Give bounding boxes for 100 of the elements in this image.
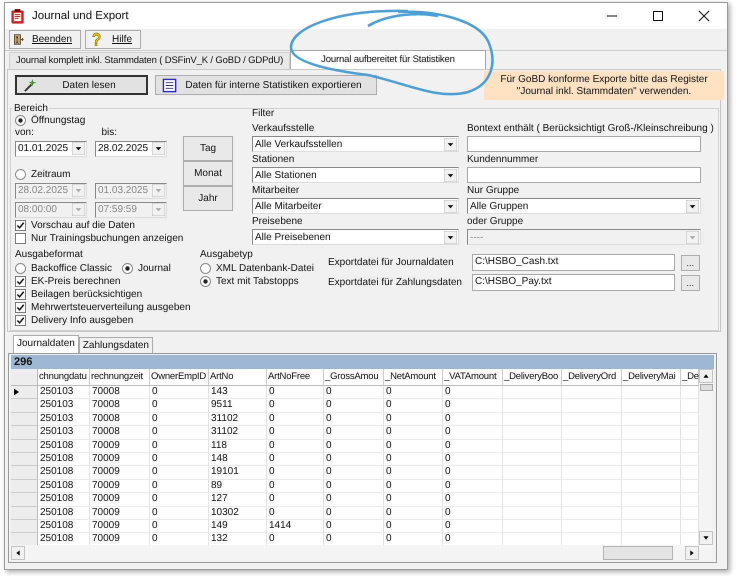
table-cell [622, 386, 681, 400]
table-cell [503, 452, 562, 466]
dropdown-field[interactable]: Alle Verkaufsstellen [252, 136, 459, 152]
period-button[interactable]: Tag [183, 136, 233, 161]
table-cell [562, 480, 622, 494]
table-cell [622, 399, 681, 413]
checkbox-label: EK-Preis berechnen [31, 276, 120, 287]
table-cell: 250108 [38, 466, 90, 480]
dropdown-field[interactable]: Alle Stationen [252, 167, 459, 183]
horizontal-scrollbar[interactable] [11, 545, 714, 560]
table-cell [503, 480, 562, 494]
window-title: Journal und Export [32, 10, 129, 22]
vertical-scrollbar[interactable] [699, 369, 714, 545]
radio-label: Öffnungstag [31, 115, 86, 126]
column-header[interactable]: ArtNoFree [267, 369, 324, 386]
row-header[interactable] [11, 386, 38, 400]
table-cell: 0 [267, 399, 324, 413]
dropdown-field[interactable]: 01.01.2025 [15, 140, 87, 156]
period-button[interactable]: Monat [183, 161, 233, 186]
field-label: Kundennummer [467, 154, 540, 167]
current-row-icon [14, 388, 19, 396]
dropdown-arrow-icon[interactable] [444, 168, 457, 182]
table-cell [503, 412, 562, 426]
column-header[interactable]: _NetAmount [384, 369, 443, 386]
table-cell [562, 506, 622, 520]
action-button[interactable]: Daten für interne Statistiken exportieren [155, 75, 377, 95]
dropdown-field[interactable]: 28.02.2025 [95, 140, 167, 156]
table-cell [503, 399, 562, 413]
toolbar-button[interactable]: Beenden [9, 30, 81, 49]
toolbar-button[interactable]: Hilfe [85, 30, 142, 49]
column-header[interactable]: _VATAmount [443, 369, 503, 386]
column-header[interactable]: _DeliveryBoo [503, 369, 562, 386]
field-label: Exportdatei für Journaldaten [328, 257, 455, 268]
table-cell: 0 [150, 452, 209, 466]
input-field[interactable] [467, 136, 701, 152]
scroll-thumb[interactable] [603, 546, 673, 560]
table-cell [503, 466, 562, 480]
checkbox[interactable] [15, 302, 26, 313]
table-cell: 70008 [90, 426, 150, 440]
column-header[interactable]: rechnungzeit [90, 369, 150, 386]
table-cell: 0 [443, 399, 503, 413]
dropdown-arrow-icon[interactable] [686, 200, 699, 212]
checkbox[interactable] [15, 315, 26, 326]
section-title: Filter [252, 108, 276, 121]
tab[interactable]: Journal komplett inkl. Stammdaten ( DSFinV_K / GoBD / GDPdU) [9, 52, 290, 69]
checkbox[interactable] [15, 233, 26, 244]
table-cell: 0 [384, 506, 443, 520]
column-header[interactable]: _DeliveryOrd [562, 369, 622, 386]
radio-button[interactable] [200, 276, 211, 287]
radio-button[interactable] [122, 263, 133, 274]
browse-button[interactable]: ... [680, 254, 700, 270]
table-cell [622, 412, 681, 426]
table-cell: 0 [267, 493, 324, 507]
column-header[interactable]: chnungdatu [38, 369, 90, 386]
table-cell: 0 [384, 452, 443, 466]
tab[interactable]: Journaldaten [13, 335, 79, 353]
input-field[interactable] [467, 167, 701, 183]
scroll-up-icon[interactable] [699, 369, 713, 383]
column-header[interactable]: _DeliveryMai [622, 369, 681, 386]
table-cell: 250108 [38, 452, 90, 466]
column-header[interactable]: OwnerEmpID [150, 369, 209, 386]
dropdown-field[interactable]: Alle Preisebenen [252, 229, 459, 245]
dropdown-arrow-icon[interactable] [72, 142, 85, 155]
table-cell: 250108 [38, 440, 90, 453]
radio-button[interactable] [15, 115, 26, 126]
radio-button[interactable] [200, 263, 211, 274]
browse-button[interactable]: ... [680, 274, 700, 290]
dropdown-field[interactable]: Alle Gruppen [467, 198, 701, 214]
dropdown-field[interactable]: Alle Mitarbeiter [252, 198, 459, 214]
table-cell: 0 [267, 412, 324, 426]
table-cell: 10302 [209, 506, 267, 520]
tab[interactable]: Zahlungsdaten [78, 337, 153, 353]
table-cell: 70008 [90, 386, 150, 400]
column-header[interactable]: _GrossAmou [324, 369, 384, 386]
table-cell: 0 [267, 426, 324, 440]
table-cell: 0 [150, 466, 209, 480]
tab[interactable]: Journal aufbereitet für Statistiken [290, 50, 486, 69]
checkbox[interactable] [15, 220, 26, 231]
dropdown-arrow-icon[interactable] [444, 138, 457, 150]
table-cell: 0 [267, 452, 324, 466]
dropdown-arrow-icon[interactable] [444, 200, 457, 212]
scroll-thumb[interactable] [700, 384, 713, 391]
input-field[interactable]: C:\HSBO_Cash.txt [472, 254, 675, 271]
scroll-down-icon[interactable] [699, 531, 713, 545]
dropdown-arrow-icon[interactable] [444, 230, 457, 244]
action-button[interactable]: Daten lesen [15, 75, 148, 95]
dropdown-arrow-icon[interactable] [152, 142, 165, 155]
column-header[interactable]: ArtNo [209, 369, 267, 386]
checkbox[interactable] [15, 276, 26, 287]
column-header[interactable]: _De [681, 369, 699, 386]
checkbox[interactable] [15, 289, 26, 300]
radio-button[interactable] [15, 263, 26, 274]
table-cell [562, 440, 622, 453]
input-field[interactable]: C:\HSBO_Pay.txt [472, 274, 675, 291]
table-cell: 70009 [90, 452, 150, 466]
period-button[interactable]: Jahr [183, 186, 233, 211]
clipboard-icon [11, 8, 24, 24]
document-icon [162, 78, 177, 92]
scroll-right-icon[interactable] [685, 546, 699, 560]
scroll-left-icon[interactable] [11, 546, 25, 560]
